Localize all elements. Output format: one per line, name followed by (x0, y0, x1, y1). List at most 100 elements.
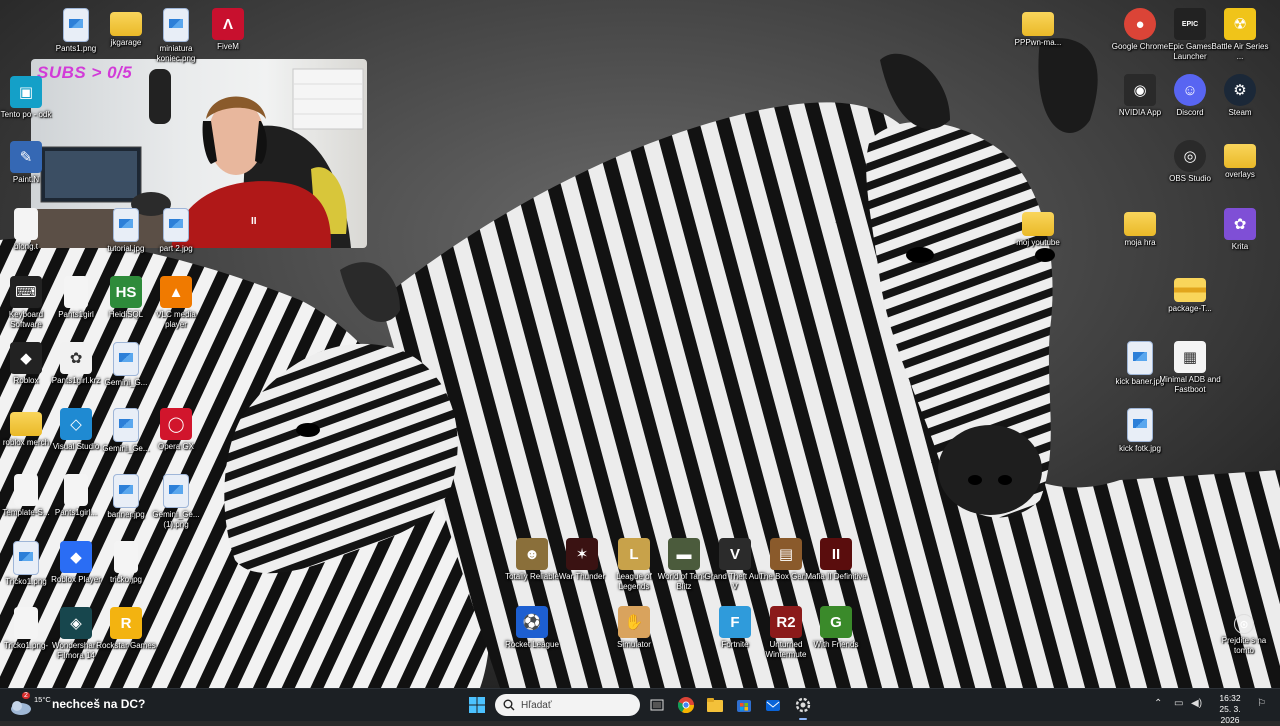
icon-label: Tento po - odk (0, 110, 52, 119)
icon-label: With Friends (813, 640, 859, 649)
taskbar-search[interactable]: Hľadať (495, 694, 640, 716)
desktop-icon-right-adb-14[interactable]: ▦ Minimal ADB and Fastboot (1158, 337, 1222, 401)
file-icon (14, 607, 38, 639)
roblox-icon: ◆ (10, 342, 42, 374)
img-icon (113, 408, 139, 442)
network-icon[interactable]: ▭ (1174, 698, 1183, 709)
clock[interactable]: 16:32 25. 3. 2026 (1210, 693, 1250, 726)
icon-label: part 2.jpg (159, 244, 193, 253)
goat-icon: ✋ (618, 606, 650, 638)
desktop-icon-right-krita-11[interactable]: ✿ Krita (1208, 204, 1272, 268)
icon-label: moja hra (1124, 238, 1156, 247)
img-icon (63, 8, 89, 42)
game-shortcut-goat-8[interactable]: ✋ Simulator (602, 602, 666, 666)
icon-label: Rockstar Games (96, 641, 156, 650)
desktop-icon-right-img-15[interactable]: kick fotk.jpg (1108, 404, 1172, 468)
icon-label: blong.t (13, 242, 39, 251)
weather-cloud-icon (11, 701, 31, 715)
notification-bell-icon[interactable]: ⚐ (1257, 698, 1266, 709)
desktop-icon-right-folder-8[interactable]: overlays (1208, 136, 1272, 200)
taskbar-store[interactable] (733, 694, 755, 716)
game-shortcut-g-11[interactable]: G With Friends (804, 602, 868, 666)
weather-badge: 2 (22, 692, 30, 699)
news-headline[interactable]: nechceš na DC? (52, 697, 145, 711)
rockstar-icon: R (110, 607, 142, 639)
store-icon (737, 700, 751, 712)
desktop-icon-vlc-12[interactable]: ▲ VLC media player (144, 272, 208, 336)
icon-label: package-T... (1168, 304, 1212, 313)
desktop-icon-right-folder-0[interactable]: PPPwn-ma... (1006, 4, 1070, 68)
img-icon (1127, 408, 1153, 442)
task-view-icon (650, 699, 664, 711)
radiation-icon: ☢ (1224, 8, 1256, 40)
icon-label: Krita (1231, 242, 1249, 251)
desktop-icon-right-steam-6[interactable]: ⚙ Steam (1208, 70, 1272, 134)
icon-label: Battle Air Series ... (1211, 42, 1269, 61)
icon-label: Prejdite s na tomto (1221, 636, 1267, 655)
taskbar-settings[interactable] (792, 694, 814, 716)
desktop-icon-paint-5[interactable]: ✎ Paint.N (0, 137, 58, 201)
icon-label: moj youtube (1016, 238, 1060, 247)
clock-time: 16:32 (1219, 693, 1241, 703)
tray-overflow-chevron-icon[interactable]: ⌃ (1154, 698, 1162, 709)
filmora-icon: ◈ (60, 607, 92, 639)
icon-label: Minimal ADB and Fastboot (1159, 375, 1221, 394)
taskbar-chrome[interactable] (675, 694, 697, 716)
folder-icon (1022, 12, 1054, 36)
desktop-icon-rockstar-29[interactable]: R Rockstar Games (94, 603, 158, 667)
rocket-icon: ⚽ (516, 606, 548, 638)
task-view-button[interactable] (646, 694, 668, 716)
img-icon (1127, 341, 1153, 375)
img-icon (163, 8, 189, 42)
icon-label: PPPwn-ma... (1014, 38, 1062, 47)
mail-icon (766, 700, 780, 711)
desktop-icon-right-folder-10[interactable]: moja hra (1108, 204, 1172, 268)
start-button[interactable] (466, 694, 488, 716)
img-icon (13, 541, 39, 575)
folder-icon (110, 12, 142, 36)
desktop-icon-img-8[interactable]: part 2.jpg (144, 204, 208, 268)
compass-icon: ⊙ (1234, 614, 1254, 634)
folder-icon (1224, 144, 1256, 168)
desktop-icon-fivem-3[interactable]: Λ FiveM (196, 4, 260, 68)
icon-label: Opera GX (157, 442, 194, 451)
desktop-icon-operagx-19[interactable]: ◯ Opera GX (144, 404, 208, 468)
img-icon (113, 208, 139, 242)
file-icon (64, 276, 88, 308)
krita-icon: ✿ (1224, 208, 1256, 240)
obs-icon: ◎ (1174, 140, 1206, 172)
desktop-icon-right-folder-9[interactable]: moj youtube (1006, 204, 1070, 268)
desktop-icon-img-23[interactable]: Gemini_Ge... (1).png (144, 470, 208, 534)
desktop-icon-pc-4[interactable]: ▣ Tento po - odk (0, 72, 58, 136)
desktop-icon-img-15[interactable]: Gemini_G... (94, 338, 158, 402)
desktop-icon-file-26[interactable]: tricko.jpg (94, 537, 158, 601)
desktop-shortcut-corner[interactable]: ⊙ Prejdite s na tomto (1212, 610, 1276, 674)
wot-icon: ▬ (668, 538, 700, 570)
icon-label: overlays (1225, 170, 1255, 179)
taskbar-file-explorer[interactable] (704, 694, 726, 716)
gta-icon: V (719, 538, 751, 570)
robloxplayer-icon: ◆ (60, 541, 92, 573)
taskbar-outlook[interactable] (762, 694, 784, 716)
weather-widget[interactable]: 2 15°C (4, 692, 51, 718)
desktop-icon-right-radiation-3[interactable]: ☢ Battle Air Series ... (1208, 4, 1272, 68)
icon-label: VLC media player (156, 310, 196, 329)
fortnite-icon: F (719, 606, 751, 638)
adb-icon: ▦ (1174, 341, 1206, 373)
trd-icon: ☻ (516, 538, 548, 570)
r2-icon: R2 (770, 606, 802, 638)
volume-icon[interactable]: ◀) (1191, 698, 1202, 709)
epic-icon: EPIC (1174, 8, 1206, 40)
folder-icon (1124, 212, 1156, 236)
game-shortcut-mafia-6[interactable]: II Mafia II Definitive (804, 534, 868, 598)
clock-date: 25. 3. 2026 (1219, 704, 1241, 725)
paint-icon: ✎ (10, 141, 42, 173)
icon-label: tricko.jpg (109, 575, 142, 584)
desktop-icon-right-folder-zip-12[interactable]: package-T... (1158, 270, 1222, 334)
folder-icon (1022, 212, 1054, 236)
operagx-icon: ◯ (160, 408, 192, 440)
windows-icon (469, 697, 485, 713)
game-shortcut-rocket-7[interactable]: ⚽ Rocket League (500, 602, 564, 666)
desktop-icon-file-6[interactable]: blong.t (0, 204, 58, 268)
img-icon (113, 342, 139, 376)
